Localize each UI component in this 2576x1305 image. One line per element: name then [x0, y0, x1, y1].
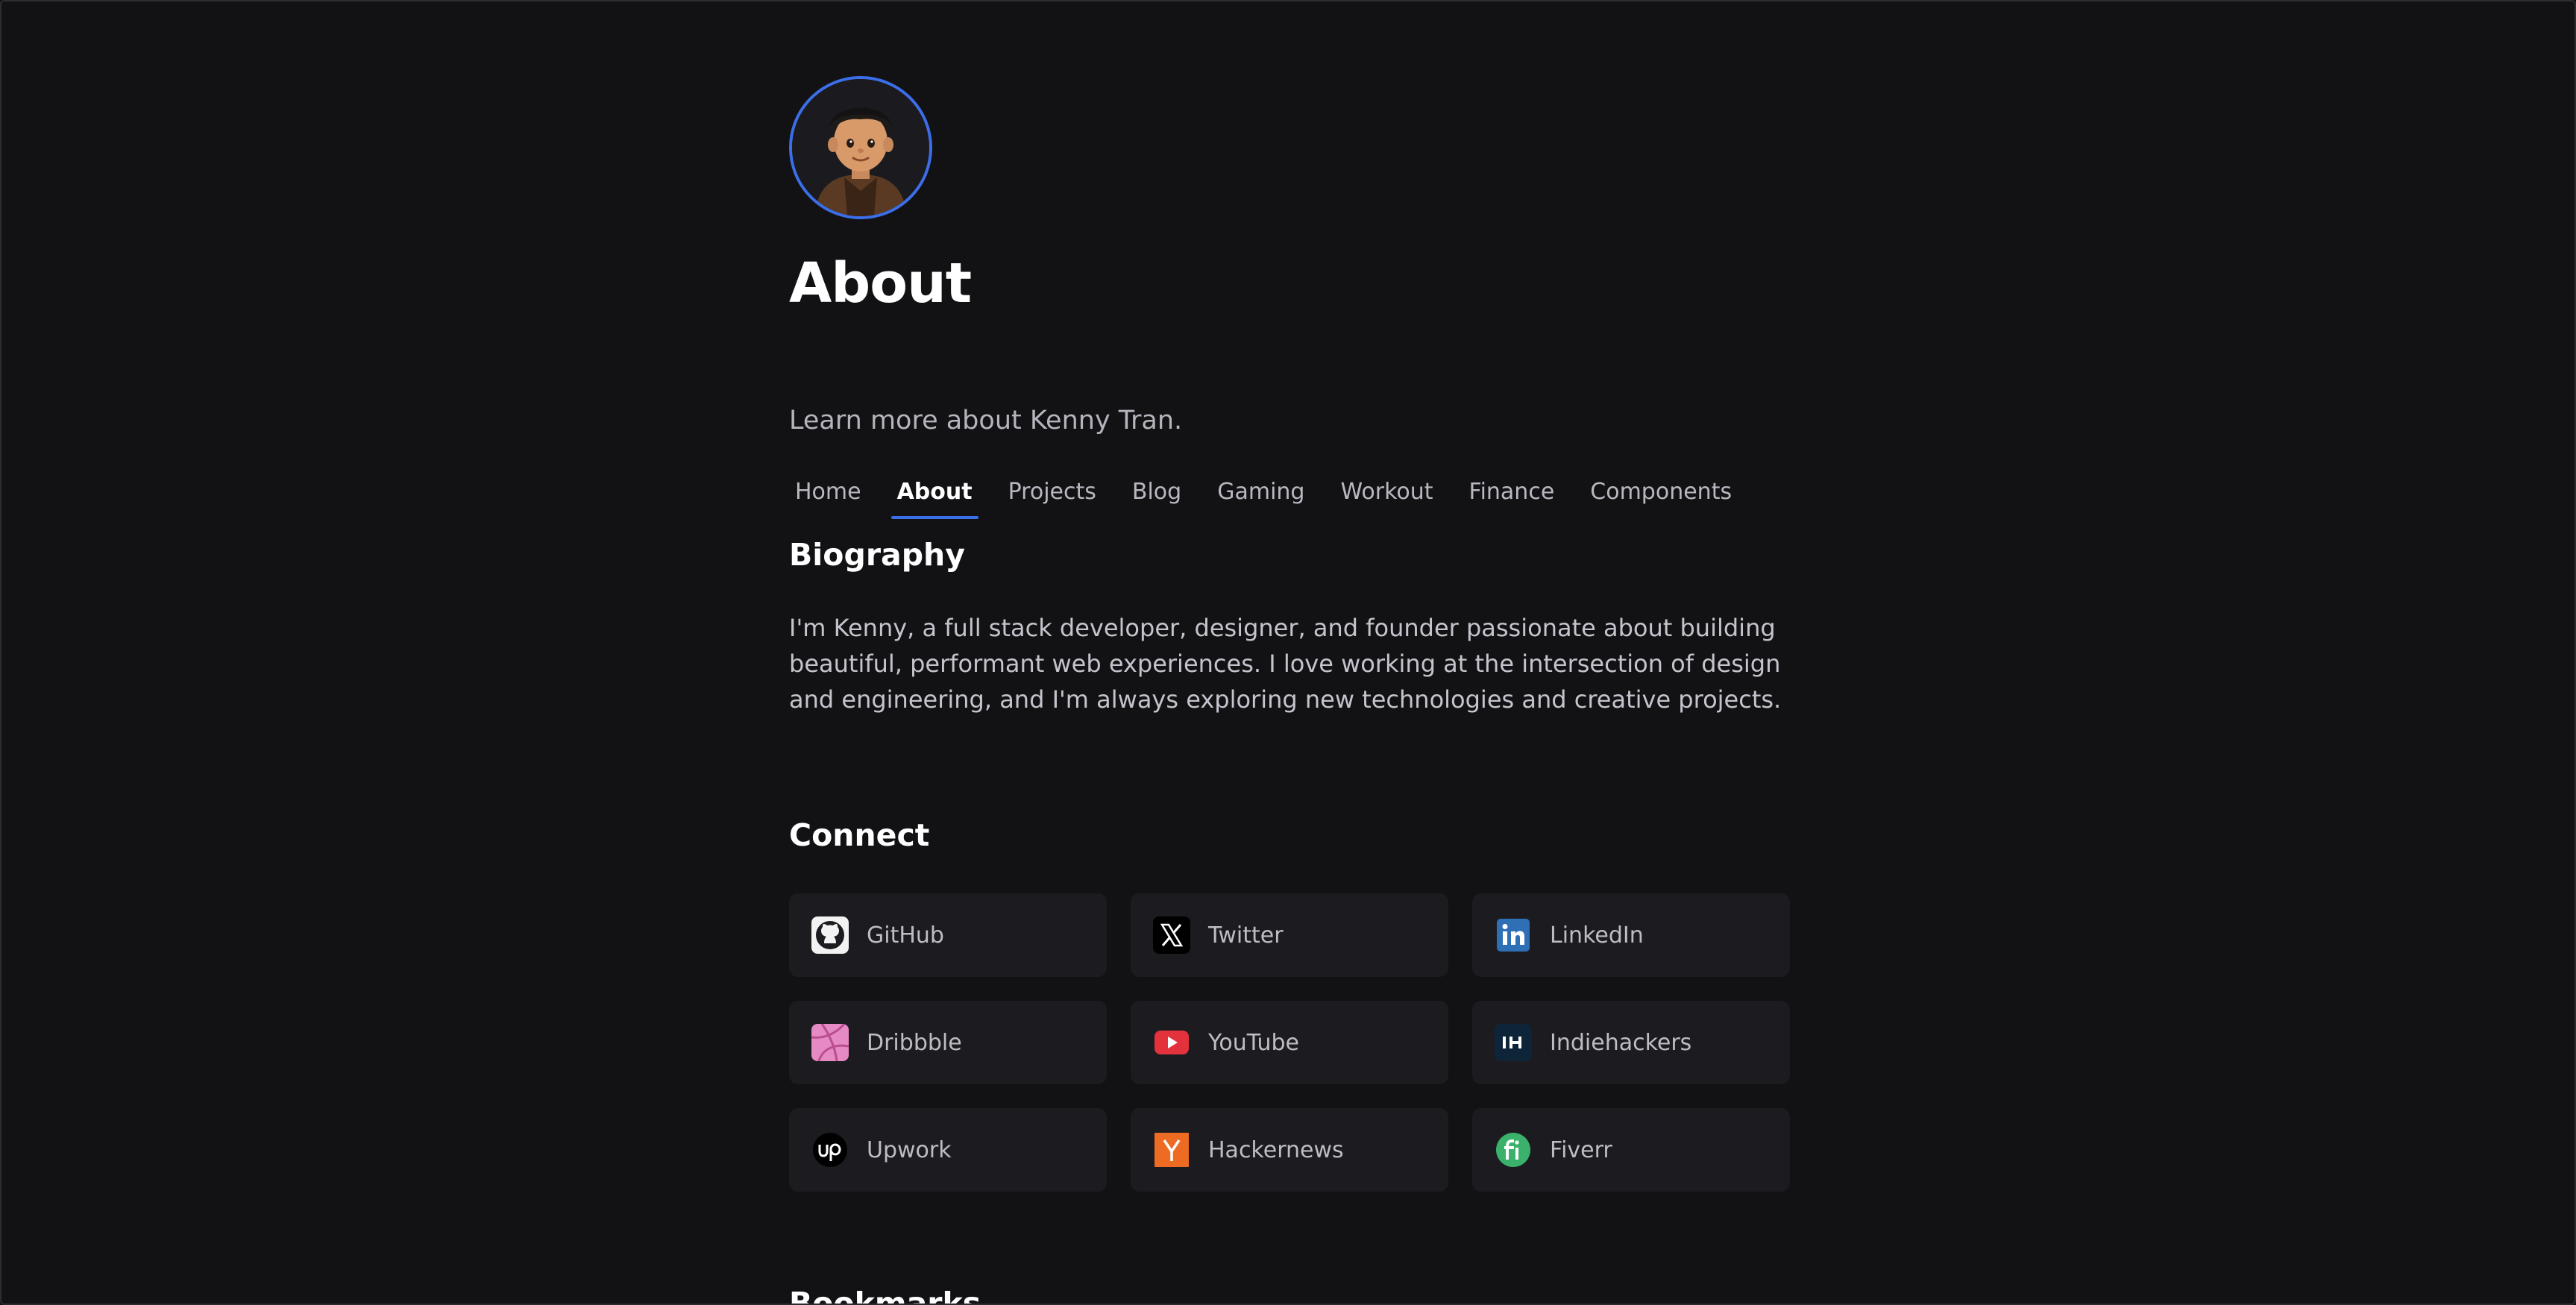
github-icon [811, 916, 849, 954]
nav-item-home[interactable]: Home [789, 462, 867, 522]
connect-link-indiehackers[interactable]: Indiehackers [1472, 1001, 1790, 1084]
avatar-portrait-icon [792, 79, 929, 216]
connect-link-label: YouTube [1208, 1029, 1299, 1056]
connect-link-label: Dribbble [867, 1029, 962, 1056]
connect-link-dribbble[interactable]: Dribbble [789, 1001, 1107, 1084]
connect-grid: GitHub Twitter LinkedIn Dribbble YouTube… [789, 893, 1791, 1192]
nav-item-gaming[interactable]: Gaming [1211, 462, 1310, 522]
connect-link-linkedin[interactable]: LinkedIn [1472, 893, 1790, 977]
browser-viewport: About Learn more about Kenny Tran. Home … [0, 0, 2576, 1305]
youtube-icon [1153, 1024, 1190, 1061]
connect-link-label: LinkedIn [1550, 922, 1644, 949]
connect-link-label: Indiehackers [1550, 1029, 1692, 1056]
page-subtitle: Learn more about Kenny Tran. [789, 406, 1183, 435]
connect-link-label: Upwork [867, 1136, 952, 1163]
connect-link-label: GitHub [867, 922, 944, 949]
biography-text: I'm Kenny, a full stack developer, desig… [789, 614, 1782, 714]
biography-heading: Biography [789, 537, 965, 573]
linkedin-icon [1495, 916, 1532, 954]
nav-item-projects[interactable]: Projects [1002, 462, 1102, 522]
connect-link-hackernews[interactable]: Hackernews [1131, 1108, 1448, 1192]
nav-item-workout[interactable]: Workout [1334, 462, 1439, 522]
connect-link-youtube[interactable]: YouTube [1131, 1001, 1448, 1084]
fiverr-icon [1495, 1131, 1532, 1169]
connect-link-fiverr[interactable]: Fiverr [1472, 1108, 1790, 1192]
connect-link-label: Hackernews [1208, 1136, 1344, 1163]
connect-link-twitter[interactable]: Twitter [1131, 893, 1448, 977]
indiehackers-icon [1495, 1024, 1532, 1061]
nav-item-about[interactable]: About [890, 462, 978, 522]
bookmarks-heading: Bookmarks [789, 1286, 981, 1305]
x-icon [1153, 916, 1190, 954]
dribbble-icon [811, 1024, 849, 1061]
page-title: About [789, 251, 972, 315]
hackernews-icon [1153, 1131, 1190, 1169]
nav-item-blog[interactable]: Blog [1126, 462, 1187, 522]
connect-link-upwork[interactable]: Upwork [789, 1108, 1107, 1192]
nav-item-components[interactable]: Components [1584, 462, 1738, 522]
connect-heading: Connect [789, 817, 930, 853]
avatar [789, 76, 932, 219]
main-nav: Home About Projects Blog Gaming Workout … [789, 462, 1762, 522]
connect-link-github[interactable]: GitHub [789, 893, 1107, 977]
upwork-icon [811, 1131, 849, 1169]
connect-link-label: Fiverr [1550, 1136, 1612, 1163]
connect-link-label: Twitter [1208, 922, 1284, 949]
nav-item-finance[interactable]: Finance [1463, 462, 1561, 522]
